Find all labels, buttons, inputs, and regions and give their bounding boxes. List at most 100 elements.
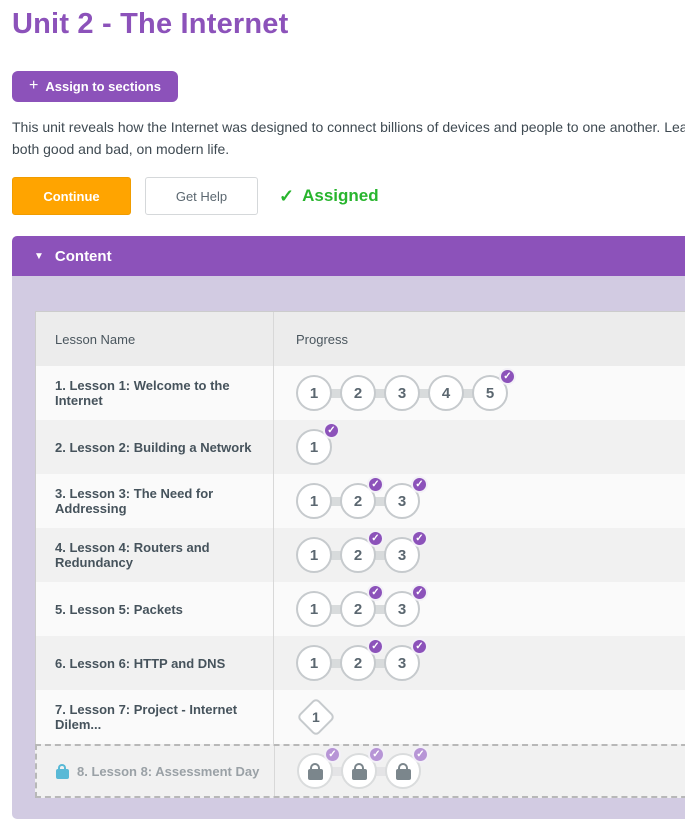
progress-bubble: ✓ (297, 753, 333, 789)
check-icon: ✓ (367, 638, 384, 655)
progress-bubbles: 12✓3✓ (296, 591, 420, 627)
progress-bubbles: 12✓3✓ (296, 483, 420, 519)
progress-bubbles: 1✓ (296, 429, 332, 465)
progress-cell: ✓✓✓ (275, 746, 685, 796)
progress-cell: 12✓3✓ (274, 582, 685, 636)
plus-icon: + (29, 77, 38, 95)
progress-bubble: 4 (428, 375, 464, 411)
level-bubble[interactable]: 1 (296, 375, 332, 411)
level-number: 2 (354, 601, 362, 618)
lesson-row: 7. Lesson 7: Project - Internet Dilem...… (36, 690, 685, 744)
level-bubble[interactable]: 1 (296, 591, 332, 627)
assigned-status: ✓ Assigned (279, 186, 379, 207)
assign-button-label: Assign to sections (45, 79, 161, 94)
level-number: 1 (310, 601, 318, 618)
continue-button[interactable]: Continue (12, 177, 131, 215)
level-number: 1 (312, 709, 320, 725)
progress-bubble: 1 (296, 483, 332, 519)
lesson-name-label: 3. Lesson 3: The Need for Addressing (55, 486, 265, 516)
level-bubble[interactable]: 1 (296, 645, 332, 681)
progress-cell: 12✓ 3 ✓ (274, 474, 685, 528)
level-number: 3 (398, 547, 406, 564)
lesson-name-label: 5. Lesson 5: Packets (55, 602, 183, 617)
progress-bubble: 2 (340, 375, 376, 411)
check-icon: ✓ (367, 530, 384, 547)
progress-bubble: 1 (296, 645, 332, 681)
lesson-name-cell[interactable]: 8. Lesson 8: Assessment Day (37, 746, 275, 796)
progress-bubble: 2✓ (340, 645, 376, 681)
check-icon: ✓ (367, 584, 384, 601)
lesson-name-cell[interactable]: 5. Lesson 5: Packets (36, 582, 274, 636)
progress-bubbles: 1 2✓3✓ (296, 645, 420, 681)
progress-bubble: 3✓ (384, 537, 420, 573)
progress-bubble: 1 (296, 591, 332, 627)
level-number: 2 (354, 493, 362, 510)
progress-bubbles: 1 2✓3✓ (296, 537, 420, 573)
progress-cell: 1 (274, 690, 685, 744)
table-header-row: Lesson Name Progress (36, 312, 685, 366)
lesson-row: 5. Lesson 5: Packets12✓3✓ (36, 582, 685, 636)
progress-bubble: 1 (296, 375, 332, 411)
lesson-table: Lesson Name Progress 1. Lesson 1: Welcom… (35, 311, 685, 798)
lesson-name-label: 1. Lesson 1: Welcome to the Internet (55, 378, 265, 408)
check-icon: ✓ (323, 422, 340, 439)
level-number: 2 (354, 655, 362, 672)
lesson-row: 3. Lesson 3: The Need for Addressing12✓3… (36, 474, 685, 528)
lesson-name-label: 6. Lesson 6: HTTP and DNS (55, 656, 225, 671)
level-bubble[interactable]: 4 (428, 375, 464, 411)
level-bubble[interactable]: 2 (340, 375, 376, 411)
assign-to-sections-button[interactable]: + Assign to sections (12, 71, 178, 102)
check-icon: ✓ (411, 584, 428, 601)
content-section-header[interactable]: ▼ Content (12, 236, 685, 276)
level-diamond[interactable]: 1 (296, 698, 336, 738)
lesson-name-cell[interactable]: 7. Lesson 7: Project - Internet Dilem... (36, 690, 274, 744)
level-bubble[interactable]: 3 (384, 375, 420, 411)
level-number: 4 (442, 385, 450, 402)
check-icon: ✓ (499, 368, 516, 385)
progress-bubbles: ✓✓✓ (297, 753, 421, 789)
level-number: 1 (310, 385, 318, 402)
description-line-2: both good and bad, on modern life. (12, 139, 685, 161)
level-bubble[interactable]: 1 (296, 537, 332, 573)
lesson-name-cell[interactable]: 6. Lesson 6: HTTP and DNS (36, 636, 274, 690)
level-number: 3 (398, 493, 406, 510)
level-number: 1 (310, 547, 318, 564)
level-number: 3 (398, 655, 406, 672)
level-number: 5 (486, 385, 494, 402)
lesson-name-label: 7. Lesson 7: Project - Internet Dilem... (55, 702, 265, 732)
level-number: 1 (310, 655, 318, 672)
lock-icon (308, 763, 323, 780)
lesson-row: 2. Lesson 2: Building a Network 1✓ (36, 420, 685, 474)
progress-bubble: ✓ (341, 753, 377, 789)
column-header-lesson-name: Lesson Name (36, 312, 274, 366)
content-header-label: Content (55, 248, 112, 265)
lesson-row: 6. Lesson 6: HTTP and DNS12✓3✓ (36, 636, 685, 690)
progress-bubble: 2✓ (340, 591, 376, 627)
level-number: 2 (354, 547, 362, 564)
lock-icon (56, 764, 69, 779)
action-row: Continue Get Help ✓ Assigned (12, 177, 685, 215)
progress-bubble: 1✓ (296, 429, 332, 465)
caret-down-icon: ▼ (34, 251, 44, 262)
assigned-check-icon: ✓ (279, 186, 294, 207)
content-section: ▼ Content Lesson Name Progress 1. Lesson… (12, 236, 685, 819)
level-number: 3 (398, 601, 406, 618)
progress-bubbles: 12345✓ (296, 375, 508, 411)
progress-bubble: 1 (296, 537, 332, 573)
lesson-name-cell[interactable]: 1. Lesson 1: Welcome to the Internet (36, 366, 274, 420)
progress-bubble: 3 (384, 375, 420, 411)
progress-cell: 12✓3✓ (274, 636, 685, 690)
lesson-name-cell[interactable]: 2. Lesson 2: Building a Network (36, 420, 274, 474)
check-icon: ✓ (411, 476, 428, 493)
get-help-button[interactable]: Get Help (145, 177, 258, 215)
assigned-label: Assigned (302, 186, 379, 206)
lesson-name-cell[interactable]: 3. Lesson 3: The Need for Addressing (36, 474, 274, 528)
lesson-row: 4. Lesson 4: Routers and Redundancy12✓3✓ (36, 528, 685, 582)
lesson-name-label: 4. Lesson 4: Routers and Redundancy (55, 540, 265, 570)
progress-bubble: ✓ (385, 753, 421, 789)
lesson-name-cell[interactable]: 4. Lesson 4: Routers and Redundancy (36, 528, 274, 582)
level-bubble[interactable]: 1 (296, 483, 332, 519)
progress-bubble: 2✓ (340, 483, 376, 519)
progress-bubble: 2✓ (340, 537, 376, 573)
progress-bubble: 3✓ (384, 645, 420, 681)
